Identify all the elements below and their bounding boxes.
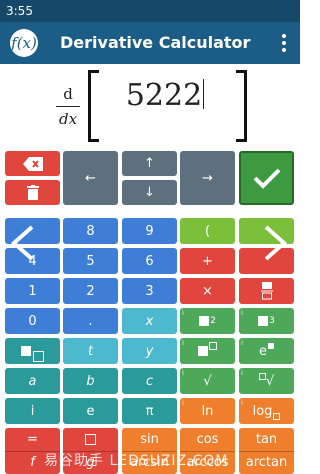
move-right-button[interactable]: → <box>180 151 235 205</box>
key-1[interactable]: 1 <box>5 278 60 304</box>
watermark: 易谷助手 LEDSUZIZ.COM <box>44 453 229 469</box>
key-constant-b[interactable]: b <box>63 368 118 394</box>
exp-placeholder-icon <box>268 343 274 349</box>
key-multiply[interactable]: × <box>180 278 235 304</box>
key-variable-t[interactable]: t <box>63 338 118 364</box>
key-variable-x[interactable]: x <box>122 308 177 334</box>
key-euler-e[interactable]: e <box>63 398 118 424</box>
move-down-button[interactable]: ↓ <box>122 180 177 205</box>
key-open-paren[interactable]: ( <box>180 218 235 244</box>
carousel-next-icon[interactable] <box>260 225 290 261</box>
operator-numerator: d <box>63 85 73 103</box>
key-nth-root[interactable]: i √ <box>239 368 294 394</box>
expression-input[interactable]: 5222 <box>100 78 230 113</box>
key-0[interactable]: 0 <box>5 308 60 334</box>
text-cursor <box>203 79 205 109</box>
nth-root-icon: √ <box>265 373 275 389</box>
move-left-button[interactable]: ← <box>63 151 118 205</box>
carousel-prev-icon[interactable] <box>8 225 38 261</box>
key-tan[interactable]: tan <box>256 432 277 447</box>
function-arg-icon <box>85 434 96 445</box>
subscript-placeholder-icon <box>33 350 44 362</box>
move-up-button[interactable]: ↑ <box>122 151 177 176</box>
sqrt-icon: √ <box>203 373 212 389</box>
key-log[interactable]: i log <box>239 398 294 424</box>
key-variable-y[interactable]: y <box>122 338 177 364</box>
checkmark-icon <box>253 168 280 189</box>
clear-button[interactable] <box>5 180 60 205</box>
key-constant-c[interactable]: c <box>122 368 177 394</box>
key-9[interactable]: 9 <box>122 218 177 244</box>
key-arctan[interactable]: arctan <box>246 455 287 470</box>
log-base-icon <box>273 412 281 420</box>
backspace-icon <box>22 156 43 171</box>
operator-denominator: dx <box>58 110 78 128</box>
arrow-up-icon: ↑ <box>144 156 155 171</box>
expression-text: 5222 <box>125 78 203 113</box>
derivative-operator: d dx <box>56 85 80 128</box>
base-placeholder-icon <box>21 346 31 356</box>
square-placeholder-icon <box>199 316 210 326</box>
arrow-right-icon: → <box>202 170 213 186</box>
key-square[interactable]: i2 <box>180 308 235 334</box>
right-bracket <box>236 70 247 142</box>
status-time: 3:55 <box>6 4 33 18</box>
app-bar: f(x) Derivative Calculator <box>0 22 300 64</box>
key-pi[interactable]: π <box>122 398 177 424</box>
left-bracket <box>88 70 99 142</box>
key-imaginary-i[interactable]: i <box>5 398 60 424</box>
arrow-left-icon: ← <box>85 170 96 186</box>
trash-icon <box>26 185 39 200</box>
key-3[interactable]: 3 <box>122 278 177 304</box>
backspace-button[interactable] <box>5 151 60 176</box>
key-exp[interactable]: ie <box>239 338 294 364</box>
key-sqrt[interactable]: i √ <box>180 368 235 394</box>
key-sin[interactable]: sin <box>140 432 159 447</box>
key-5[interactable]: 5 <box>63 248 118 274</box>
key-6[interactable]: 6 <box>122 248 177 274</box>
key-2[interactable]: 2 <box>63 278 118 304</box>
calculate-button[interactable] <box>239 151 294 205</box>
key-plus[interactable]: + <box>180 248 235 274</box>
status-bar: 3:55 <box>0 0 300 22</box>
key-power[interactable]: i <box>180 338 235 364</box>
key-cos[interactable]: cos <box>197 432 219 447</box>
cube-placeholder-icon <box>258 316 269 326</box>
key-tan-arctan[interactable]: tan arctan <box>239 428 294 474</box>
key-ln[interactable]: i ln <box>180 398 235 424</box>
power-exponent-icon <box>209 342 217 350</box>
app-title: Derivative Calculator <box>60 33 251 52</box>
key-fraction[interactable] <box>239 278 294 304</box>
overflow-menu-icon[interactable] <box>282 34 286 55</box>
root-index-icon <box>258 372 266 380</box>
fraction-icon <box>260 282 273 300</box>
power-base-icon <box>198 346 208 356</box>
app-logo-icon: f(x) <box>10 29 38 57</box>
key-8[interactable]: 8 <box>63 218 118 244</box>
expression-display[interactable]: d dx 5222 <box>0 64 300 146</box>
key-cube[interactable]: i3 <box>239 308 294 334</box>
key-decimal[interactable]: . <box>63 308 118 334</box>
key-constant-a[interactable]: a <box>5 368 60 394</box>
key-subscript[interactable] <box>5 338 60 364</box>
arrow-down-icon: ↓ <box>144 185 155 200</box>
